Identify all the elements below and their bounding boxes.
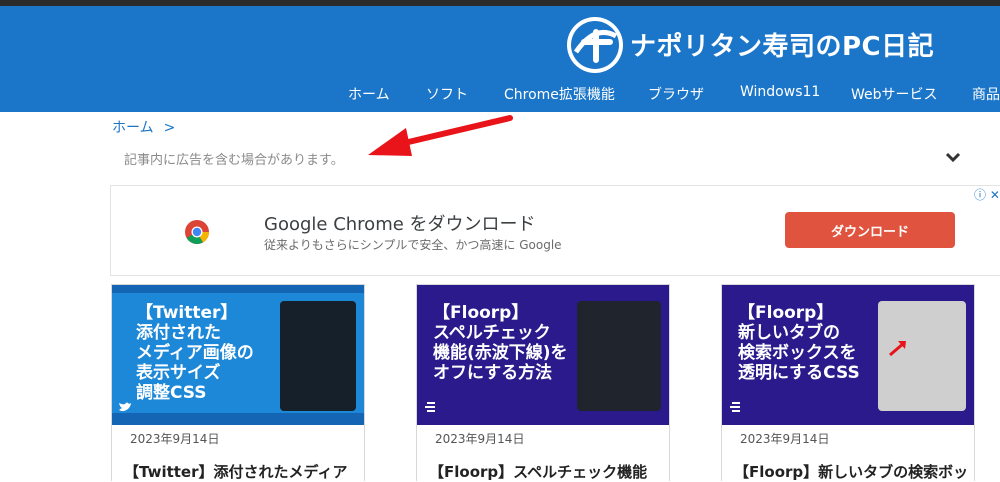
nav-item-web-services[interactable]: Webサービス (851, 84, 938, 110)
breadcrumb-home-link[interactable]: ホーム (112, 120, 154, 136)
article-thumbnail[interactable]: 【Twitter】 添付された メディア画像の 表示サイズ 調整CSS (112, 285, 364, 425)
ad-title[interactable]: Google Chrome をダウンロード (264, 210, 536, 236)
article-date: 2023年9月14日 (740, 432, 830, 446)
ad-info-close-icon[interactable]: ⓘ ✕ (974, 186, 1000, 203)
article-card[interactable]: 【Twitter】 添付された メディア画像の 表示サイズ 調整CSS 2023… (111, 284, 365, 481)
chrome-logo-icon (185, 220, 209, 245)
nav-item-software[interactable]: ソフト (426, 84, 468, 110)
site-title[interactable]: ナポリタン寿司のPC日記 (630, 26, 934, 63)
article-date: 2023年9月14日 (130, 432, 220, 446)
thumbnail-caption: 【Floorp】 新しいタブの 検索ボックスを 透明にするCSS (738, 303, 860, 383)
red-arrow-icon (889, 341, 906, 357)
article-title[interactable]: 【Twitter】添付されたメディア (124, 461, 347, 482)
nav-item-home[interactable]: ホーム (348, 84, 390, 110)
article-title[interactable]: 【Floorp】スペルチェック機能 (429, 461, 647, 482)
twitter-bird-icon (119, 402, 131, 412)
floorp-logo-icon (425, 402, 435, 412)
floorp-logo-icon (730, 402, 740, 412)
article-thumbnail[interactable]: 【Floorp】 新しいタブの 検索ボックスを 透明にするCSS (722, 285, 974, 425)
ad-download-button[interactable]: ダウンロード (785, 212, 955, 248)
nav-item-products[interactable]: 商品 (972, 84, 1000, 110)
site-logo-icon[interactable] (566, 16, 624, 74)
article-thumbnail[interactable]: 【Floorp】 スペルチェック 機能(赤波下線)を オフにする方法 (417, 285, 669, 425)
nav-item-browser[interactable]: ブラウザ (648, 84, 704, 110)
ad-subtitle: 従来よりもさらにシンプルで安全、かつ高速に Google (264, 238, 562, 252)
breadcrumb: ホーム > (112, 117, 175, 137)
chevron-down-icon[interactable] (944, 150, 962, 164)
thumbnail-caption: 【Floorp】 スペルチェック 機能(赤波下線)を オフにする方法 (433, 303, 568, 383)
nav-item-windows11[interactable]: Windows11 (740, 84, 820, 110)
article-card[interactable]: 【Floorp】 新しいタブの 検索ボックスを 透明にするCSS 2023年9月… (721, 284, 975, 481)
nav-item-chrome-extensions[interactable]: Chrome拡張機能 (504, 84, 615, 110)
article-card[interactable]: 【Floorp】 スペルチェック 機能(赤波下線)を オフにする方法 2023年… (416, 284, 670, 481)
article-title[interactable]: 【Floorp】新しいタブの検索ボッ (734, 461, 968, 482)
red-annotation-arrow-icon (368, 115, 513, 156)
thumbnail-caption: 【Twitter】 添付された メディア画像の 表示サイズ 調整CSS (136, 303, 254, 403)
article-date: 2023年9月14日 (435, 432, 525, 446)
breadcrumb-separator: > (163, 120, 176, 136)
ad-disclaimer-text: 記事内に広告を含む場合があります。 (124, 153, 344, 168)
site-header: ナポリタン寿司のPC日記 (0, 6, 1000, 112)
